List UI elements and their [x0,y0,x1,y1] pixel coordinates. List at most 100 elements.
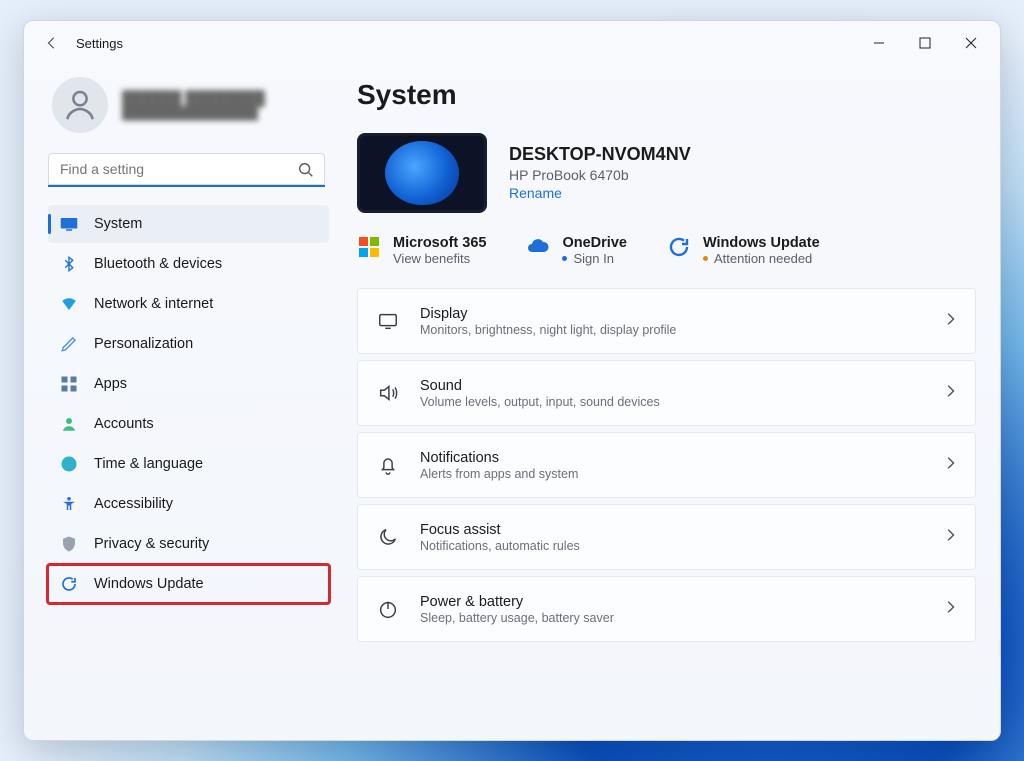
sidebar-item-label: Privacy & security [94,536,209,552]
chevron-right-icon [943,384,957,403]
sidebar: ██████ ████████ ████████████████ System B… [24,65,339,740]
apps-icon [60,375,78,393]
back-button[interactable] [38,29,66,57]
network-icon [60,295,78,313]
card-display[interactable]: DisplayMonitors, brightness, night light… [357,288,976,354]
chevron-right-icon [943,528,957,547]
sidebar-item-network[interactable]: Network & internet [48,285,329,323]
personalization-icon [60,335,78,353]
nav-list: System Bluetooth & devices Network & inter… [48,205,329,603]
window-title: Settings [76,36,123,51]
chevron-right-icon [943,312,957,331]
card-title: Focus assist [420,522,923,538]
sidebar-item-bluetooth[interactable]: Bluetooth & devices [48,245,329,283]
settings-cards: DisplayMonitors, brightness, night light… [357,288,976,642]
sidebar-item-label: Time & language [94,456,203,472]
status-m365[interactable]: Microsoft 365View benefits [357,235,486,266]
sidebar-item-accessibility[interactable]: Accessibility [48,485,329,523]
sidebar-item-label: Accounts [94,416,154,432]
card-sound[interactable]: SoundVolume levels, output, input, sound… [357,360,976,426]
sidebar-item-accounts[interactable]: Accounts [48,405,329,443]
accessibility-icon [60,495,78,513]
power-icon [377,598,399,620]
status-title: Microsoft 365 [393,235,486,251]
sidebar-item-label: Apps [94,376,127,392]
sidebar-item-update[interactable]: Windows Update [48,565,329,603]
settings-window: Settings ██████ ████████ ███████████████… [23,20,1001,741]
chevron-right-icon [943,600,957,619]
card-sub: Alerts from apps and system [420,467,923,481]
system-icon [60,215,78,233]
titlebar: Settings [24,21,1000,65]
sound-icon [377,382,399,404]
sidebar-item-label: Bluetooth & devices [94,256,222,272]
minimize-icon [873,37,885,49]
maximize-icon [919,37,931,49]
minimize-button[interactable] [856,27,902,59]
bluetooth-icon [60,255,78,273]
status-row: Microsoft 365View benefits OneDriveSign I… [357,235,976,266]
status-wu[interactable]: Windows UpdateAttention needed [667,235,820,266]
profile-text: ██████ ████████ ████████████████ [122,90,265,120]
sidebar-item-label: Network & internet [94,296,213,312]
person-icon [61,86,99,124]
card-title: Power & battery [420,594,923,610]
page-title: System [357,79,976,111]
card-title: Display [420,306,923,322]
device-thumbnail[interactable] [357,133,487,213]
status-title: OneDrive [562,235,626,251]
status-onedrive[interactable]: OneDriveSign In [526,235,626,266]
profile-name: ██████ ████████ [122,90,265,106]
status-title: Windows Update [703,235,820,251]
sidebar-item-system[interactable]: System [48,205,329,243]
sidebar-item-label: Personalization [94,336,193,352]
wallpaper-bloom-icon [385,141,459,205]
time-icon [60,455,78,473]
card-title: Sound [420,378,923,394]
maximize-button[interactable] [902,27,948,59]
status-sub: Sign In [562,251,626,266]
avatar [52,77,108,133]
card-focus[interactable]: Focus assistNotifications, automatic rul… [357,504,976,570]
status-sub: Attention needed [703,251,820,266]
search-input[interactable] [48,153,325,187]
main-panel: System DESKTOP-NVOM4NV HP ProBook 6470b … [339,65,1000,740]
windows-update-icon [667,235,691,259]
card-sub: Monitors, brightness, night light, displ… [420,323,923,337]
device-row: DESKTOP-NVOM4NV HP ProBook 6470b Rename [357,133,976,213]
card-sub: Sleep, battery usage, battery saver [420,611,923,625]
microsoft-365-icon [359,237,379,257]
onedrive-icon [526,235,550,259]
device-name: DESKTOP-NVOM4NV [509,144,691,165]
sidebar-item-label: Accessibility [94,496,173,512]
search-box[interactable] [48,153,325,187]
sidebar-item-label: System [94,216,142,232]
update-icon [60,575,78,593]
chevron-right-icon [943,456,957,475]
sidebar-item-apps[interactable]: Apps [48,365,329,403]
sidebar-item-time[interactable]: Time & language [48,445,329,483]
profile-email: ████████████████ [122,106,265,120]
accounts-icon [60,415,78,433]
privacy-icon [60,535,78,553]
sidebar-item-personalization[interactable]: Personalization [48,325,329,363]
device-model: HP ProBook 6470b [509,167,691,183]
sidebar-item-label: Windows Update [94,576,204,592]
device-info: DESKTOP-NVOM4NV HP ProBook 6470b Rename [509,144,691,203]
card-notif[interactable]: NotificationsAlerts from apps and system [357,432,976,498]
card-title: Notifications [420,450,923,466]
sidebar-item-privacy[interactable]: Privacy & security [48,525,329,563]
search-icon [297,161,315,184]
arrow-left-icon [45,36,59,50]
display-icon [377,310,399,332]
profile-block[interactable]: ██████ ████████ ████████████████ [48,69,329,151]
close-icon [965,37,977,49]
close-button[interactable] [948,27,994,59]
rename-link[interactable]: Rename [509,185,562,201]
moon-icon [377,526,399,548]
bell-icon [377,454,399,476]
card-power[interactable]: Power & batterySleep, battery usage, bat… [357,576,976,642]
card-sub: Volume levels, output, input, sound devi… [420,395,923,409]
card-sub: Notifications, automatic rules [420,539,923,553]
status-sub: View benefits [393,251,486,266]
